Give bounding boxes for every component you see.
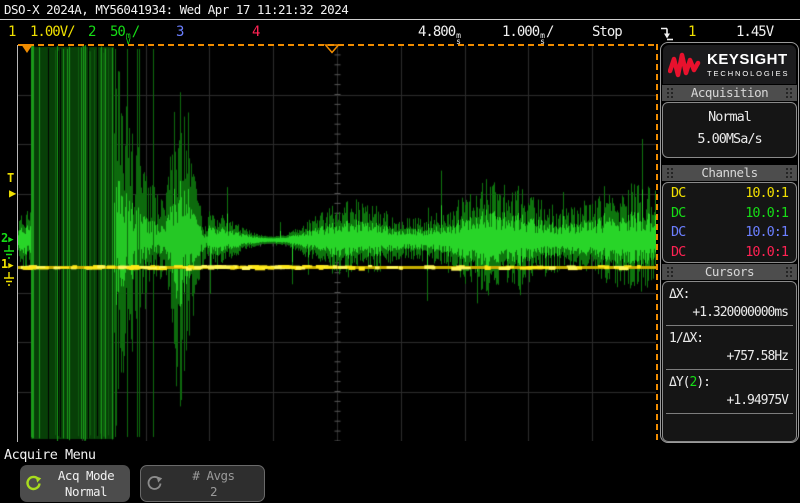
ch2-scale-slash: / <box>132 24 139 40</box>
grip-icon <box>786 267 788 269</box>
brand-name: KEYSIGHT <box>707 51 789 68</box>
channel1-number[interactable]: 1 <box>8 24 15 40</box>
softkey-num-avgs-value: 2 <box>163 484 264 500</box>
time-reference-marker <box>324 44 340 54</box>
ch2-scale-value: 50 <box>110 24 125 40</box>
softkey-num-avgs-text: # Avgs 2 <box>163 468 264 500</box>
ch3-coupling: DC <box>671 223 685 243</box>
channel1-scale[interactable]: 1.00V/ <box>30 24 75 40</box>
channel1-ground-marker[interactable]: 1▶ <box>1 259 14 272</box>
title-separator <box>0 19 800 20</box>
delta-x-label: ΔX: <box>669 287 796 302</box>
title-bar: DSO-X 2024A, MY56041934: Wed Apr 17 11:2… <box>4 2 348 17</box>
inverse-delta-x-value: +757.58Hz <box>663 349 788 364</box>
graticule-right-border <box>656 44 658 443</box>
brand-sub: TECHNOLOGIES <box>707 69 789 78</box>
timebase-value: 1.000 <box>502 24 539 40</box>
channel3-number[interactable]: 3 <box>176 24 183 40</box>
acquisition-sample-rate: 5.00MSa/s <box>663 131 796 147</box>
ch2-coupling: DC <box>671 204 685 224</box>
rotate-knob-icon <box>25 475 42 492</box>
softkey-acq-mode-label: Acq Mode <box>42 468 130 484</box>
ch4-probe: 10.0:1 <box>745 243 788 263</box>
channel1-info-row: DC 10.0:1 <box>663 184 796 204</box>
channels-header[interactable]: Channels <box>662 165 797 181</box>
delay-value: 4.800 <box>418 24 455 40</box>
trigger-position-marker[interactable] <box>21 44 33 53</box>
channel2-number[interactable]: 2 <box>88 24 95 40</box>
timebase-readout[interactable]: 1.000ms/ <box>502 24 553 43</box>
channels-panel: DC 10.0:1 DC 10.0:1 DC 10.0:1 DC 10.0:1 <box>662 182 797 263</box>
inverse-delta-x-label: 1/ΔX: <box>669 331 796 346</box>
trigger-source[interactable]: 1 <box>688 24 695 40</box>
acquisition-header[interactable]: Acquisition <box>662 85 797 101</box>
trigger-level-marker-label[interactable]: T <box>7 173 14 184</box>
cursors-header-label: Cursors <box>705 264 754 279</box>
ch4-coupling: DC <box>671 243 685 263</box>
ch2-marker-arrow: ▶ <box>8 235 13 245</box>
channel1-ground-icon <box>3 272 15 286</box>
timebase-slash: / <box>546 24 553 40</box>
channel2-info-row: DC 10.0:1 <box>663 204 796 224</box>
ch1-scale-slash: / <box>67 24 74 40</box>
brand-text: KEYSIGHT TECHNOLOGIES <box>707 51 789 78</box>
grip-icon <box>786 168 788 170</box>
acquisition-header-label: Acquisition <box>691 85 768 100</box>
channel4-number[interactable]: 4 <box>252 24 259 40</box>
rotate-knob-icon-disabled <box>146 475 163 492</box>
grip-icon <box>667 88 669 90</box>
cursor-separator <box>666 413 793 414</box>
softkey-num-avgs-label: # Avgs <box>163 468 264 484</box>
delta-y-label-post: ): <box>696 375 710 390</box>
oscilloscope-screen: DSO-X 2024A, MY56041934: Wed Apr 17 11:2… <box>0 0 800 503</box>
run-state[interactable]: Stop <box>592 24 622 40</box>
trigger-falling-edge-icon <box>660 25 674 41</box>
ch3-probe: 10.0:1 <box>745 223 788 243</box>
delta-y-label: ΔY(2): <box>669 375 796 390</box>
sidebar: KEYSIGHT TECHNOLOGIES Acquisition Normal… <box>660 42 799 443</box>
grip-icon <box>786 88 788 90</box>
softkey-acq-mode-value: Normal <box>42 484 130 500</box>
trigger-level-marker-arrow[interactable]: ▶ <box>9 188 16 199</box>
title-text: DSO-X 2024A, MY56041934: Wed Apr 17 11:2… <box>4 2 348 17</box>
keysight-spark-icon <box>668 51 702 79</box>
ch1-coupling: DC <box>671 184 685 204</box>
ch1-probe: 10.0:1 <box>745 184 788 204</box>
menu-title: Acquire Menu <box>4 447 96 463</box>
acquisition-mode: Normal <box>663 109 796 125</box>
ch1-marker-arrow: ▶ <box>8 261 13 271</box>
cursors-panel: ΔX: +1.320000000ms 1/ΔX: +757.58Hz ΔY(2)… <box>662 281 797 442</box>
acquisition-panel: Normal 5.00MSa/s <box>662 102 797 158</box>
keysight-logo: KEYSIGHT TECHNOLOGIES <box>663 45 796 84</box>
plot-area: T ▶ 2▶ 1▶ <box>0 44 660 444</box>
status-bar: 1 1.00V/ 2 50mV/ 3 4 4.800ms 1.000ms/ St… <box>0 21 800 43</box>
delta-x-value: +1.320000000ms <box>663 305 788 320</box>
trigger-level[interactable]: 1.45V <box>736 24 773 40</box>
cursor-separator <box>666 325 793 326</box>
channels-header-label: Channels <box>701 165 757 180</box>
ch1-scale-value: 1.00 <box>30 24 60 40</box>
delay-readout[interactable]: 4.800ms <box>418 24 462 43</box>
channel4-info-row: DC 10.0:1 <box>663 243 796 263</box>
delta-y-label-pre: ΔY( <box>669 375 689 390</box>
softkey-acq-mode[interactable]: Acq Mode Normal <box>20 465 130 502</box>
cursor-separator <box>666 369 793 370</box>
channel2-scale[interactable]: 50mV/ <box>110 24 139 43</box>
softkey-acq-mode-text: Acq Mode Normal <box>42 468 130 500</box>
cursors-header[interactable]: Cursors <box>662 264 797 280</box>
grip-icon <box>667 168 669 170</box>
softkey-num-avgs[interactable]: # Avgs 2 <box>140 465 265 502</box>
delta-y-value: +1.94975V <box>663 393 788 408</box>
grip-icon <box>667 267 669 269</box>
waveform-canvas <box>18 45 656 441</box>
ch2-probe: 10.0:1 <box>745 204 788 224</box>
channel3-info-row: DC 10.0:1 <box>663 223 796 243</box>
